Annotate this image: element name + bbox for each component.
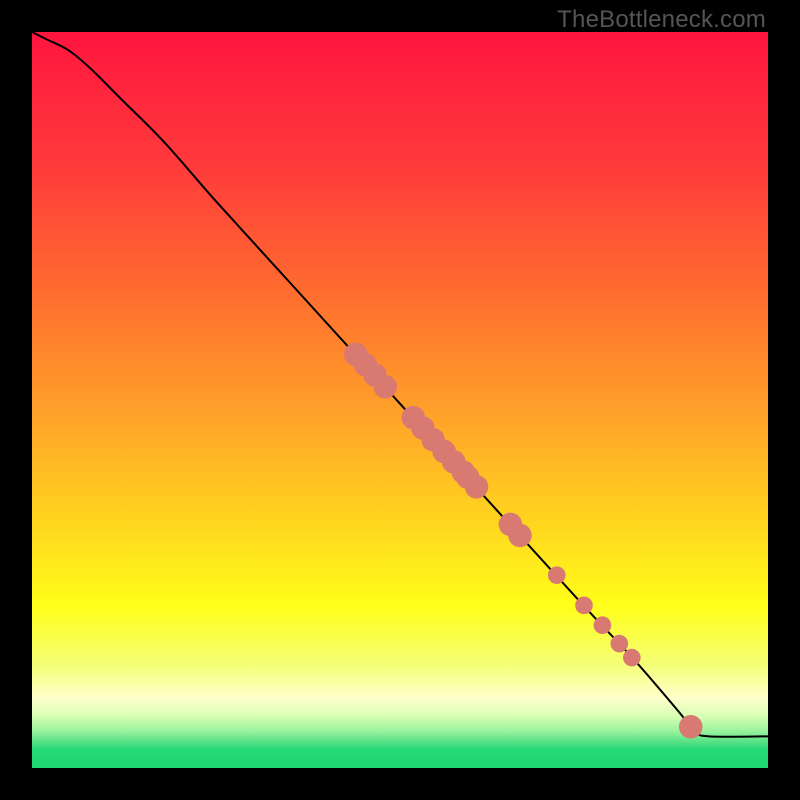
plot-area bbox=[32, 32, 768, 768]
data-point bbox=[679, 715, 703, 739]
data-point bbox=[374, 375, 398, 399]
curve-layer bbox=[32, 32, 768, 768]
data-point bbox=[548, 566, 566, 584]
data-point bbox=[594, 616, 612, 634]
data-point bbox=[465, 475, 489, 499]
data-point bbox=[575, 597, 593, 615]
data-point bbox=[623, 649, 641, 667]
bottleneck-curve bbox=[32, 32, 768, 737]
chart-frame: TheBottleneck.com bbox=[0, 0, 800, 800]
watermark-text: TheBottleneck.com bbox=[557, 6, 766, 34]
data-point bbox=[611, 635, 629, 653]
data-point bbox=[508, 524, 532, 548]
